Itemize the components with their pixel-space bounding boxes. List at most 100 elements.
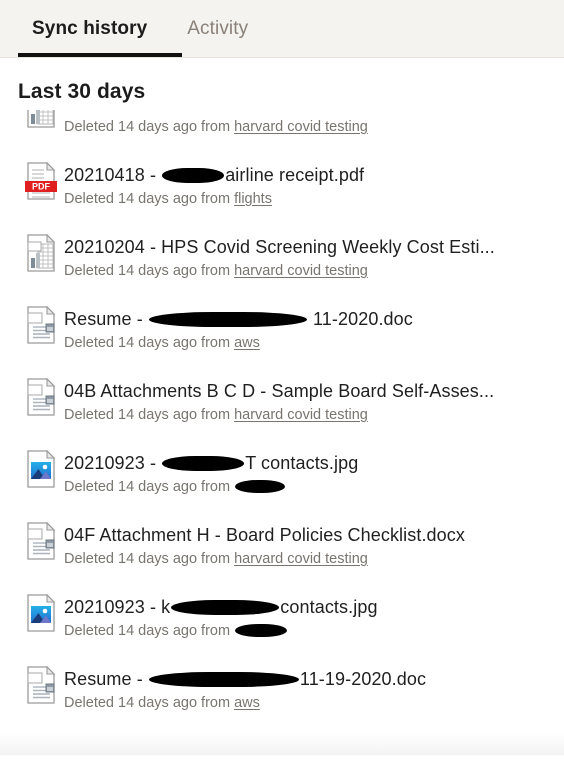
file-name-text: 20210923 - [64, 453, 162, 473]
file-name-text-suffix: T contacts.jpg [245, 453, 359, 473]
deleted-status: Deleted 14 days ago from aws [64, 332, 564, 354]
file-name: 20210418 - airline receipt.pdf [64, 163, 564, 187]
document-icon [27, 378, 56, 416]
source-folder-link[interactable]: aws [234, 695, 260, 711]
file-name-text: 04F Attachment H - Board Policies Checkl… [64, 525, 465, 545]
file-name-text: 04B Attachments B C D - Sample Board Sel… [64, 381, 495, 401]
file-name: 04B Attachments B C D - Sample Board Sel… [64, 379, 564, 403]
row-text: Resume - 11-2020.doc Deleted 14 days ago … [64, 298, 564, 354]
deleted-status: Deleted 14 days ago from harvard covid t… [64, 116, 564, 138]
deleted-prefix: Deleted 14 days ago from [64, 335, 235, 351]
tab-bar: Sync history Activity [0, 0, 564, 58]
file-name-text: 20210422 - Harvard M.A Public School - C… [64, 110, 498, 113]
section-heading: Last 30 days [18, 80, 146, 103]
spreadsheet-icon [27, 110, 55, 128]
tab-sync-history-label: Sync history [32, 18, 148, 39]
row-text: 20210422 - Harvard M.A Public School - C… [64, 110, 564, 138]
image-icon [27, 450, 56, 488]
file-icon-cell [18, 370, 64, 416]
deleted-status: Deleted 14 days ago from flights [64, 188, 564, 210]
file-name-text-suffix: contacts.jpg [280, 597, 378, 617]
file-name: 20210422 - Harvard M.A Public School - C… [64, 110, 564, 115]
table-row[interactable]: Resume - 11-19-2020.doc Deleted 14 days a… [18, 658, 564, 730]
file-name: 04F Attachment H - Board Policies Checkl… [64, 523, 564, 547]
table-row[interactable]: 20210204 - HPS Covid Screening Weekly Co… [18, 226, 564, 298]
file-name: Resume - 11-2020.doc [64, 307, 564, 331]
source-folder-link[interactable]: flights [234, 191, 272, 207]
redaction-mark [162, 453, 245, 471]
document-icon [27, 666, 56, 704]
deleted-status: Deleted 14 days ago from harvard covid t… [64, 404, 564, 426]
redaction-mark [171, 597, 280, 615]
deleted-status: Deleted 14 days ago from [64, 620, 564, 642]
deleted-prefix: Deleted 14 days ago from [64, 695, 235, 711]
file-icon-cell [18, 442, 64, 488]
source-folder-link[interactable]: harvard covid testing [234, 551, 368, 567]
file-name-text-suffix: airline receipt.pdf [225, 165, 365, 185]
bottom-fade [0, 733, 564, 755]
deleted-status: Deleted 14 days ago from harvard covid t… [64, 260, 564, 282]
document-icon [27, 522, 56, 560]
row-text: 04F Attachment H - Board Policies Checkl… [64, 514, 564, 570]
deleted-prefix: Deleted 14 days ago from [64, 191, 235, 207]
redaction-mark [148, 309, 307, 327]
file-icon-cell [18, 226, 64, 272]
file-name: 20210923 - T contacts.jpg [64, 451, 564, 475]
row-text: 20210418 - airline receipt.pdf Deleted 14… [64, 154, 564, 210]
deleted-prefix: Deleted 14 days ago from [64, 479, 235, 495]
deleted-prefix: Deleted 14 days ago from [64, 551, 235, 567]
spreadsheet-icon [27, 234, 56, 272]
redaction-mark-source [235, 479, 286, 493]
redaction-mark [148, 669, 299, 687]
table-row[interactable]: PDF 20210418 - airline receipt.pdf Deleted… [18, 154, 564, 226]
file-name-text-suffix: 11-2020.doc [307, 309, 413, 329]
list-rows: 20210422 - Harvard M.A Public School - C… [18, 110, 564, 730]
image-icon [27, 594, 56, 632]
deleted-status: Deleted 14 days ago from [64, 476, 564, 498]
file-name-text: Resume - [64, 669, 148, 689]
table-row[interactable]: 20210422 - Harvard M.A Public School - C… [18, 110, 564, 154]
file-name: 20210923 - k contacts.jpg [64, 595, 564, 619]
file-name-text: Resume - [64, 309, 148, 329]
file-name-text: 20210204 - HPS Covid Screening Weekly Co… [64, 237, 495, 257]
file-name-text: 20210418 - [64, 165, 162, 185]
deleted-prefix: Deleted 14 days ago from [64, 119, 235, 135]
table-row[interactable]: 04B Attachments B C D - Sample Board Sel… [18, 370, 564, 442]
deleted-prefix: Deleted 14 days ago from [64, 623, 235, 639]
file-name-text: 20210923 - k [64, 597, 171, 617]
tab-activity-label: Activity [187, 18, 249, 39]
active-tab-indicator [18, 53, 182, 57]
deleted-status: Deleted 14 days ago from aws [64, 692, 564, 714]
file-icon-cell [18, 586, 64, 632]
file-icon-cell [18, 298, 64, 344]
source-folder-link[interactable]: harvard covid testing [234, 263, 368, 279]
row-text: Resume - 11-19-2020.doc Deleted 14 days a… [64, 658, 564, 714]
file-icon-cell [18, 658, 64, 704]
svg-text:PDF: PDF [32, 182, 51, 192]
file-name: Resume - 11-19-2020.doc [64, 667, 564, 691]
row-text: 20210204 - HPS Covid Screening Weekly Co… [64, 226, 564, 282]
file-icon-cell [18, 514, 64, 560]
tab-sync-history[interactable]: Sync history [18, 0, 165, 58]
deleted-prefix: Deleted 14 days ago from [64, 407, 235, 423]
redaction-mark-source [235, 623, 288, 637]
row-text: 20210923 - T contacts.jpg Deleted 14 days… [64, 442, 564, 498]
pdf-icon: PDF [25, 162, 57, 200]
tab-activity[interactable]: Activity [165, 0, 270, 58]
table-row[interactable]: 20210923 - T contacts.jpg Deleted 14 days… [18, 442, 564, 514]
file-name: 20210204 - HPS Covid Screening Weekly Co… [64, 235, 564, 259]
file-name-text-suffix: 11-19-2020.doc [299, 669, 427, 689]
source-folder-link[interactable]: aws [234, 335, 260, 351]
source-folder-link[interactable]: harvard covid testing [234, 407, 368, 423]
deleted-status: Deleted 14 days ago from harvard covid t… [64, 548, 564, 570]
file-icon-cell [18, 110, 64, 128]
deleted-prefix: Deleted 14 days ago from [64, 263, 235, 279]
redaction-mark [162, 165, 225, 183]
table-row[interactable]: Resume - 11-2020.doc Deleted 14 days ago … [18, 298, 564, 370]
table-row[interactable]: 04F Attachment H - Board Policies Checkl… [18, 514, 564, 586]
source-folder-link[interactable]: harvard covid testing [234, 119, 368, 135]
row-text: 04B Attachments B C D - Sample Board Sel… [64, 370, 564, 426]
sync-history-list[interactable]: 20210422 - Harvard M.A Public School - C… [0, 110, 564, 755]
table-row[interactable]: 20210923 - k contacts.jpg Deleted 14 days … [18, 586, 564, 658]
document-icon [27, 306, 56, 344]
